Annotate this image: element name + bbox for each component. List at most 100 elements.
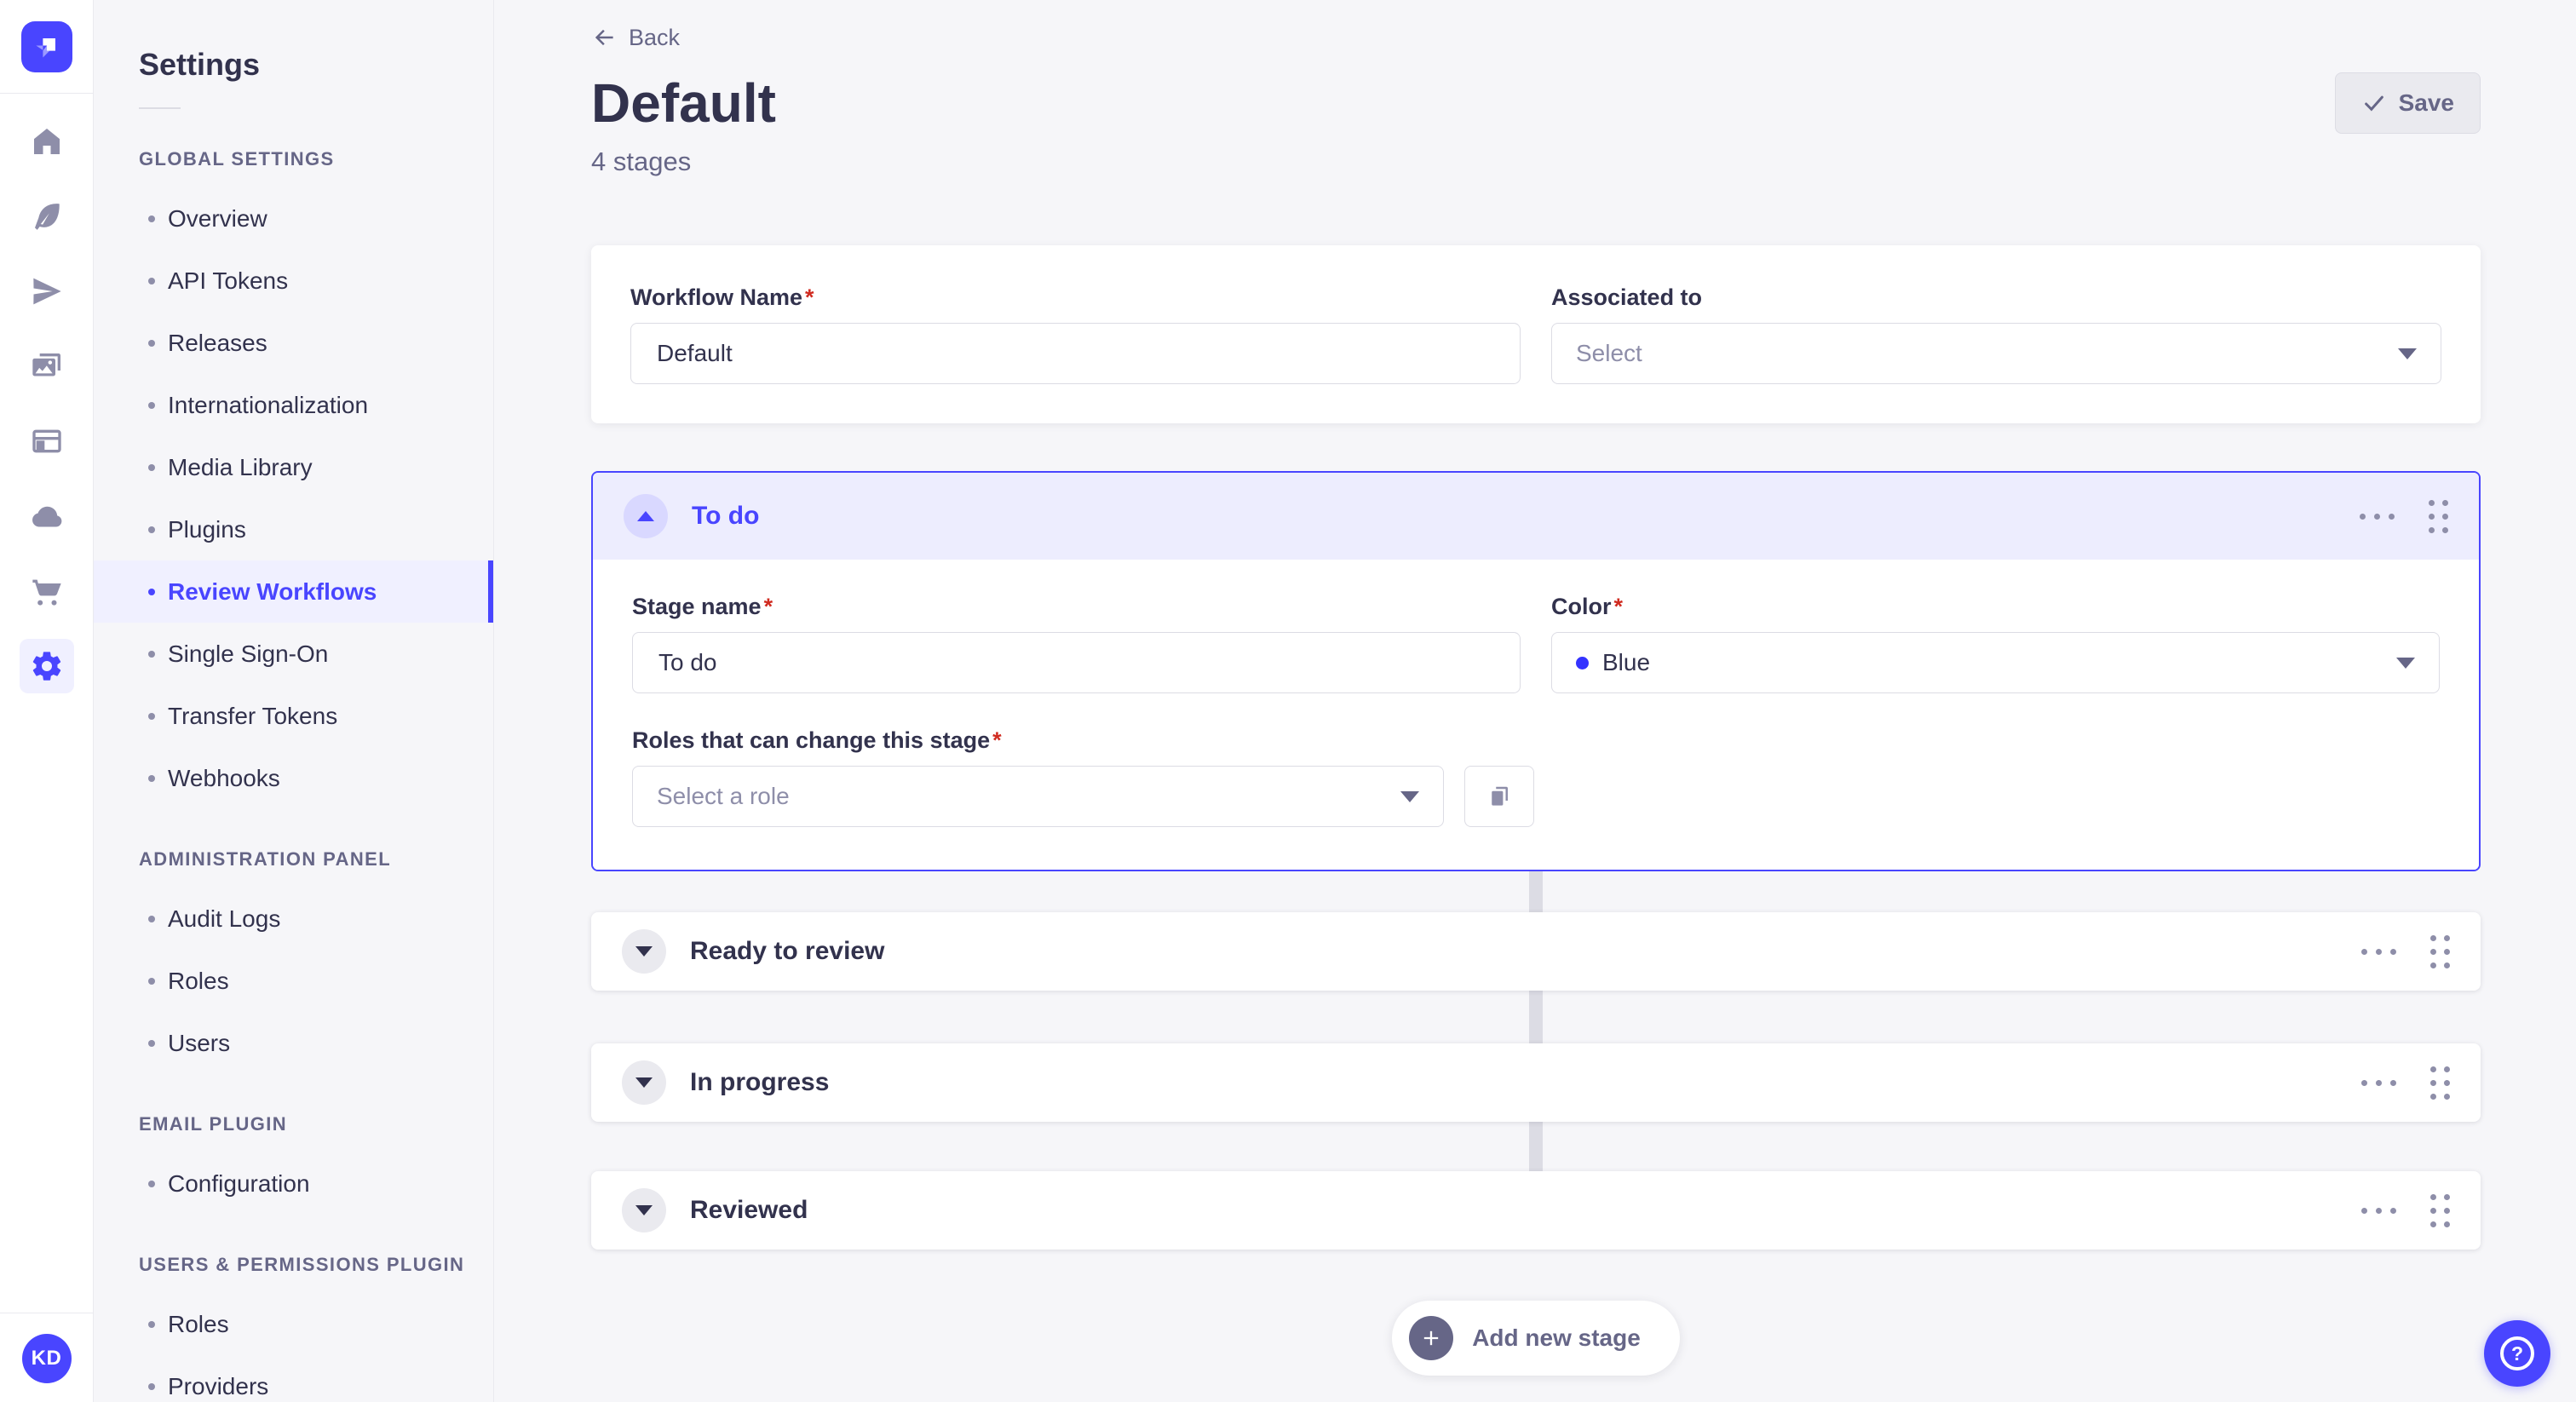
more-options-icon[interactable] (2361, 1207, 2396, 1214)
sidebar-item-label: Internationalization (168, 391, 369, 418)
color-swatch-blue (1576, 656, 1589, 669)
expand-stage-button[interactable] (622, 1188, 666, 1232)
bullet-icon (148, 526, 155, 533)
back-link[interactable]: Back (591, 20, 680, 55)
sidebar-item-api-tokens[interactable]: API Tokens (94, 250, 493, 312)
stage-title: In progress (690, 1068, 830, 1096)
drag-handle-icon[interactable] (2430, 934, 2450, 968)
stage-card-ready-to-review[interactable]: Ready to review (591, 912, 2481, 991)
rail-item-content-manager[interactable] (9, 179, 84, 254)
drag-handle-icon[interactable] (2429, 499, 2448, 533)
required-marker: * (763, 594, 773, 619)
check-icon (2364, 95, 2383, 112)
sidebar-item-overview[interactable]: Overview (94, 187, 493, 250)
associated-to-select[interactable]: Select (1551, 323, 2441, 384)
stage-title: Ready to review (690, 937, 885, 965)
rail-item-home[interactable] (9, 104, 84, 179)
stage-name-field: Stage name * (632, 594, 1521, 693)
rail-item-cloud[interactable] (9, 479, 84, 554)
stage-card-reviewed[interactable]: Reviewed (591, 1171, 2481, 1250)
stage-color-select[interactable]: Blue (1551, 632, 2440, 693)
workflow-meta-card: Workflow Name* Associated to Select (591, 245, 2481, 423)
bullet-icon (148, 1320, 155, 1328)
sidebar-item-media-library[interactable]: Media Library (94, 436, 493, 498)
stage-card-in-progress[interactable]: In progress (591, 1043, 2481, 1122)
sidebar-item-users[interactable]: Users (94, 1012, 493, 1074)
marketplace-cart-icon (32, 579, 61, 606)
plus-circle-icon (1409, 1316, 1454, 1360)
select-value: Blue (1602, 649, 1651, 675)
bullet-icon (148, 915, 155, 922)
sidebar-item-transfer-tokens[interactable]: Transfer Tokens (94, 685, 493, 747)
rail-bottom: KD (0, 1313, 94, 1402)
bullet-icon (148, 1382, 155, 1390)
stage-card-to-do: To do Stage name * To do Color * Blue Ro… (591, 471, 2481, 871)
sidebar-item-admin-roles[interactable]: Roles (94, 950, 493, 1012)
rail-item-settings[interactable] (9, 629, 84, 704)
rail-item-releases[interactable] (9, 254, 84, 329)
stage-roles-select[interactable]: Select a role (632, 766, 1444, 827)
more-options-icon[interactable] (2360, 513, 2395, 520)
more-options-icon[interactable] (2361, 948, 2396, 955)
add-new-stage-button[interactable]: Add new stage (1392, 1301, 1680, 1376)
sidebar-item-providers[interactable]: Providers (94, 1355, 493, 1402)
label-text: Color (1551, 594, 1612, 619)
strapi-logo[interactable] (20, 21, 72, 72)
expand-stage-button[interactable] (622, 1060, 666, 1105)
workflow-name-field: Workflow Name * (630, 284, 1521, 384)
main-content: Back Default Save 4 stages Workflow Name… (494, 0, 2576, 1402)
stage-header-actions (2360, 499, 2448, 533)
content-type-builder-icon (32, 429, 61, 453)
sidebar-item-webhooks[interactable]: Webhooks (94, 747, 493, 809)
rail-item-content-type-builder[interactable] (9, 404, 84, 479)
sidebar-item-releases[interactable]: Releases (94, 312, 493, 374)
sidebar-item-single-sign-on[interactable]: Single Sign-On (94, 623, 493, 685)
rail-item-marketplace[interactable] (9, 554, 84, 629)
drag-handle-icon[interactable] (2430, 1193, 2450, 1227)
section-heading-users-permissions-plugin: USERS & PERMISSIONS PLUGIN (139, 1254, 465, 1275)
stage-header-actions (2361, 1066, 2450, 1100)
cloud-icon (32, 506, 61, 527)
user-avatar[interactable]: KD (21, 1334, 72, 1383)
section-heading-email-plugin: EMAIL PLUGIN (139, 1113, 288, 1135)
stage-header-actions (2361, 1193, 2450, 1227)
required-marker: * (1613, 594, 1624, 619)
sidebar-item-label: Configuration (168, 1169, 310, 1197)
stage-color-field: Color * Blue (1551, 594, 2440, 693)
add-new-stage-label: Add new stage (1472, 1324, 1641, 1351)
label-text: Workflow Name (630, 284, 803, 310)
workflow-name-label: Workflow Name * (630, 284, 1521, 311)
stage-roles-field: Roles that can change this stage * Select… (632, 727, 1444, 827)
duplicate-roles-button[interactable] (1464, 766, 1534, 827)
back-label: Back (629, 24, 681, 50)
associated-to-field: Associated to Select (1551, 284, 2441, 384)
stage-name-input[interactable] (632, 632, 1521, 693)
sidebar-item-configuration[interactable]: Configuration (94, 1152, 493, 1215)
sidebar-item-label: Overview (168, 204, 267, 232)
copy-icon (1492, 786, 1508, 806)
help-button[interactable]: ? (2484, 1320, 2550, 1387)
sidebar-item-plugins[interactable]: Plugins (94, 498, 493, 560)
bullet-icon (148, 650, 155, 658)
bullet-icon (148, 1180, 155, 1187)
stage-to-do-header[interactable]: To do (593, 473, 2479, 560)
sidebar-item-up-roles[interactable]: Roles (94, 1293, 493, 1355)
collapse-stage-button[interactable] (624, 494, 668, 538)
required-marker: * (805, 284, 814, 310)
bullet-icon (148, 774, 155, 782)
workflow-name-input[interactable] (630, 323, 1521, 384)
rail-item-media-library[interactable] (9, 329, 84, 404)
strapi-logo-icon (35, 38, 55, 58)
chevron-down-icon (635, 1077, 653, 1088)
chevron-down-icon (635, 946, 653, 957)
bullet-icon (148, 712, 155, 720)
expand-stage-button[interactable] (622, 929, 666, 974)
feather-icon (34, 204, 60, 230)
drag-handle-icon[interactable] (2430, 1066, 2450, 1100)
bullet-icon (148, 339, 155, 347)
save-button[interactable]: Save (2334, 72, 2481, 134)
more-options-icon[interactable] (2361, 1079, 2396, 1086)
sidebar-item-review-workflows[interactable]: Review Workflows (94, 560, 493, 623)
sidebar-item-audit-logs[interactable]: Audit Logs (94, 888, 493, 950)
sidebar-item-internationalization[interactable]: Internationalization (94, 374, 493, 436)
